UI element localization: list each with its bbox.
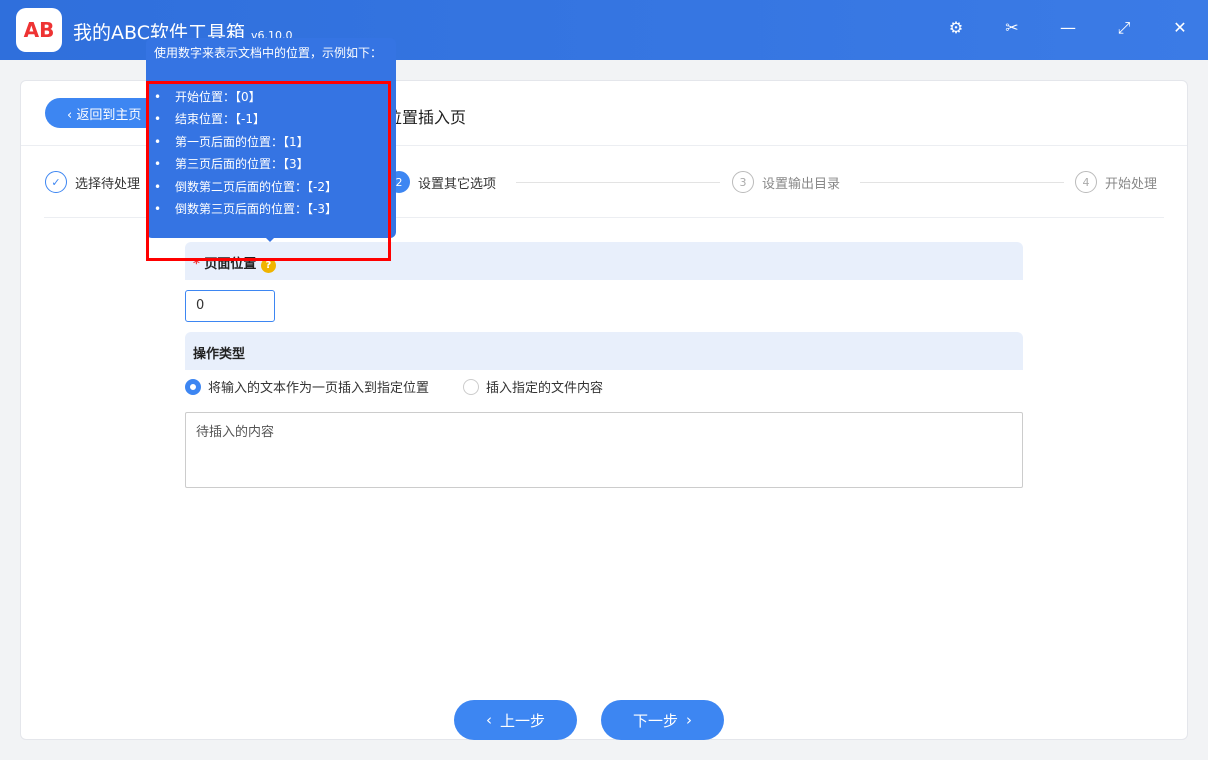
step-label: 设置输出目录	[762, 176, 841, 192]
step-2: 2 设置其它选项	[388, 171, 496, 193]
next-label: 下一步	[632, 711, 678, 730]
operation-section-header: 操作类型	[185, 332, 1023, 370]
step-connector	[516, 182, 720, 183]
step-label: 开始处理	[1105, 176, 1158, 192]
circle-chevron-left-icon: ‹	[485, 711, 492, 729]
next-button[interactable]: 下一步 ›	[601, 700, 724, 740]
radio-unchecked[interactable]	[463, 378, 479, 395]
back-label: 返回到主页	[76, 108, 142, 123]
page-title: 位置插入页	[386, 108, 467, 127]
tooltip-item: 结束位置：【-1】	[149, 110, 388, 132]
step-3: 3 设置输出目录	[732, 171, 840, 193]
step-connector	[860, 182, 1064, 183]
radio-insert-file[interactable]: 插入指定的文件内容	[463, 377, 603, 396]
check-icon: ✓	[45, 171, 67, 193]
scissors-icon[interactable]: ✂	[1000, 18, 1024, 37]
chevron-left-icon: ‹	[67, 108, 77, 123]
tooltip-item: 开始位置：【0】	[149, 88, 388, 110]
minimize-icon[interactable]: —	[1056, 18, 1080, 37]
app-logo: AB	[16, 8, 62, 52]
radio-label: 插入指定的文件内容	[486, 381, 604, 396]
position-input[interactable]: 0	[185, 290, 275, 322]
settings-icon[interactable]: ⚙	[944, 18, 968, 37]
step-label: 选择待处理	[75, 176, 141, 192]
radio-insert-text[interactable]: 将输入的文本作为一页插入到指定位置	[185, 377, 429, 396]
tooltip-intro: 使用数字来表示文档中的位置，示例如下：	[154, 46, 383, 60]
step-number: 4	[1075, 171, 1097, 193]
tooltip-item: 倒数第三页后面的位置：【-3】	[149, 200, 388, 222]
maximize-icon[interactable]: ⤢	[1112, 18, 1136, 38]
step-number: 3	[732, 171, 754, 193]
close-icon[interactable]: ✕	[1168, 18, 1192, 37]
circle-chevron-right-icon: ›	[686, 711, 692, 729]
tooltip-arrow	[264, 236, 276, 248]
radio-checked[interactable]	[185, 378, 201, 395]
step-4: 4 开始处理	[1075, 171, 1157, 193]
content-textarea[interactable]: 待插入的内容	[185, 412, 1023, 488]
radio-label: 将输入的文本作为一页插入到指定位置	[208, 381, 430, 396]
tooltip-item: 第一页后面的位置：【1】	[149, 133, 388, 155]
help-tooltip: 使用数字来表示文档中的位置，示例如下： 开始位置：【0】 结束位置：【-1】 第…	[146, 38, 396, 261]
step-1: ✓ 选择待处理	[45, 171, 140, 193]
prev-button[interactable]: ‹ 上一步	[454, 700, 577, 740]
tooltip-item: 第三页后面的位置：【3】	[149, 155, 388, 177]
tooltip-list: 开始位置：【0】 结束位置：【-1】 第一页后面的位置：【1】 第三页后面的位置…	[146, 81, 391, 261]
tooltip-item: 倒数第二页后面的位置：【-2】	[149, 178, 388, 200]
prev-label: 上一步	[499, 711, 545, 730]
step-label: 设置其它选项	[418, 176, 497, 192]
